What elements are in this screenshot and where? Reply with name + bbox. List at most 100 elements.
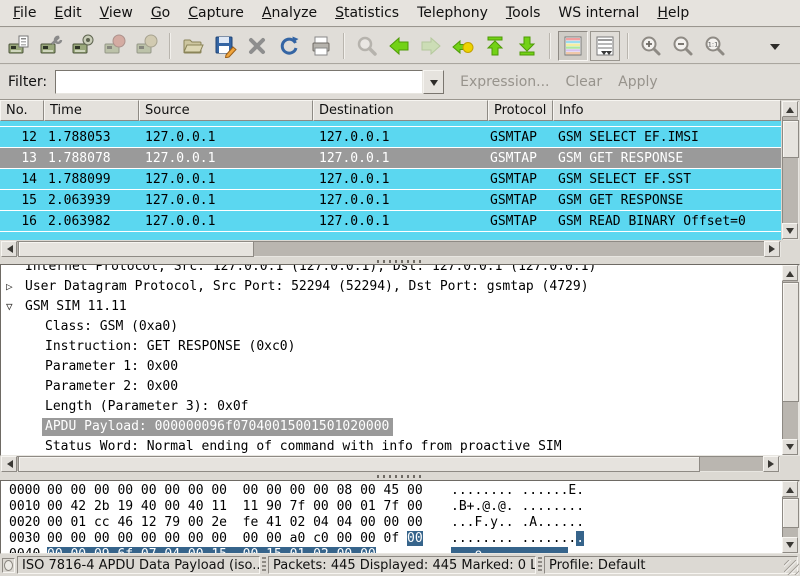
expander-expanded-icon[interactable]: ▽: [6, 297, 22, 317]
capture-stop-button[interactable]: [100, 31, 130, 61]
go-back-button[interactable]: [384, 31, 414, 61]
save-file-button[interactable]: [210, 31, 240, 61]
hex-row-clipped[interactable]: 004000 00 09 6f 07 04 00 15 00 15 01 02 …: [1, 547, 799, 554]
packet-row[interactable]: 162.063982127.0.0.1127.0.0.1GSMTAPGSM RE…: [0, 211, 781, 232]
detail-line[interactable]: Instruction: GET RESPONSE (0xc0): [1, 337, 782, 357]
window-resize-grip[interactable]: [784, 560, 799, 575]
hex-vscroll-thumb[interactable]: [782, 498, 799, 528]
details-hscroll-thumb[interactable]: [18, 456, 700, 472]
down-arrow-icon: [786, 228, 794, 238]
column-header-no[interactable]: No.: [0, 100, 44, 121]
reload-button[interactable]: [274, 31, 304, 61]
detail-line[interactable]: ▷User Datagram Protocol, Src Port: 52294…: [1, 277, 782, 297]
expert-info-button[interactable]: [2, 558, 15, 573]
apply-button[interactable]: Apply: [618, 74, 658, 90]
go-to-top-button[interactable]: [480, 31, 510, 61]
find-packet-button[interactable]: [352, 31, 382, 61]
scroll-up-button[interactable]: [782, 101, 798, 117]
details-hscrollbar[interactable]: [0, 456, 800, 472]
svg-text:1:1: 1:1: [708, 40, 718, 48]
scroll-right-button[interactable]: [764, 241, 780, 257]
toolbar-overflow-button[interactable]: [760, 31, 790, 61]
packet-row[interactable]: 141.788099127.0.0.1127.0.0.1GSMTAPGSM SE…: [0, 169, 781, 190]
expander-collapsed-icon[interactable]: ▷: [6, 277, 22, 297]
scroll-up-button[interactable]: [782, 481, 798, 497]
detail-line[interactable]: Internet Protocol, Src: 127.0.0.1 (127.0…: [1, 265, 782, 277]
statusbar-resize-handle[interactable]: [538, 557, 542, 573]
menu-statistics[interactable]: Statistics: [326, 1, 408, 25]
column-header-protocol[interactable]: Protocol: [488, 100, 553, 121]
save-icon: [213, 34, 237, 58]
hex-row[interactable]: 002000 01 cc 46 12 79 00 2e fe 41 02 04 …: [1, 515, 799, 531]
scroll-down-button[interactable]: [782, 537, 798, 553]
menu-edit[interactable]: Edit: [45, 1, 90, 25]
menu-telephony[interactable]: Telephony: [408, 1, 497, 25]
open-file-button[interactable]: [178, 31, 208, 61]
scroll-left-button[interactable]: [1, 241, 17, 257]
detail-line[interactable]: Length (Parameter 3): 0x0f: [1, 397, 782, 417]
column-header-info[interactable]: Info: [553, 100, 781, 121]
scroll-up-button[interactable]: [782, 265, 798, 281]
zoom-out-icon: [671, 34, 695, 58]
column-header-source[interactable]: Source: [139, 100, 313, 121]
expression-button[interactable]: Expression...: [460, 74, 549, 90]
scroll-left-button[interactable]: [1, 456, 17, 472]
column-header-time[interactable]: Time: [44, 100, 139, 121]
toolbar-separator: [343, 33, 345, 59]
print-button[interactable]: [306, 31, 336, 61]
packet-list-hscroll-thumb[interactable]: [18, 241, 254, 257]
go-top-icon: [483, 34, 507, 58]
detail-line[interactable]: ▽GSM SIM 11.11: [1, 297, 782, 317]
hex-row[interactable]: 003000 00 00 00 00 00 00 00 00 00 a0 c0 …: [1, 531, 799, 547]
filter-input[interactable]: [55, 70, 423, 94]
go-to-bottom-button[interactable]: [512, 31, 542, 61]
close-file-button[interactable]: [242, 31, 272, 61]
detail-line[interactable]: Parameter 1: 0x00: [1, 357, 782, 377]
menu-help[interactable]: Help: [648, 1, 698, 25]
scroll-right-button[interactable]: [763, 456, 779, 472]
profile-status-box[interactable]: Profile: Default: [544, 556, 798, 574]
auto-scroll-button[interactable]: [590, 31, 620, 61]
scroll-down-button[interactable]: [782, 439, 798, 455]
scroll-down-button[interactable]: [782, 223, 798, 239]
hex-row[interactable]: 001000 42 2b 19 40 00 40 11 11 90 7f 00 …: [1, 499, 799, 515]
filter-dropdown-button[interactable]: [423, 70, 444, 94]
capture-options-button[interactable]: [36, 31, 66, 61]
zoom-normal-button[interactable]: 1:1: [700, 31, 730, 61]
go-to-packet-button[interactable]: [448, 31, 478, 61]
menu-file[interactable]: File: [4, 1, 45, 25]
zoom-in-button[interactable]: [636, 31, 666, 61]
menu-view[interactable]: View: [91, 1, 142, 25]
zoom-out-button[interactable]: [668, 31, 698, 61]
capture-start-button[interactable]: [68, 31, 98, 61]
capture-restart-button[interactable]: [132, 31, 162, 61]
statusbar-resize-handle[interactable]: [262, 557, 266, 573]
packet-list-body: 111.787851127.0.0.1127.0.0.1GSMTAPGSM GE…: [0, 121, 781, 240]
hex-dump-pane: 000000 00 00 00 00 00 00 00 00 00 00 00 …: [0, 480, 800, 554]
packet-row[interactable]: 152.063939127.0.0.1127.0.0.1GSMTAPGSM GE…: [0, 190, 781, 211]
packet-row-selected[interactable]: 131.788078127.0.0.1127.0.0.1GSMTAPGSM GE…: [0, 148, 781, 169]
right-arrow-icon: [769, 245, 779, 253]
menu-analyze[interactable]: Analyze: [253, 1, 326, 25]
menu-tools[interactable]: Tools: [497, 1, 550, 25]
menu-ws-internal[interactable]: WS internal: [549, 1, 648, 25]
capture-options-icon: [39, 34, 63, 58]
detail-line-selected[interactable]: APDU Payload: 000000096f0704001500150102…: [1, 417, 782, 437]
go-forward-button[interactable]: [416, 31, 446, 61]
detail-line[interactable]: Class: GSM (0xa0): [1, 317, 782, 337]
pane-splitter[interactable]: [0, 472, 800, 480]
packet-row[interactable]: 121.788053127.0.0.1127.0.0.1GSMTAPGSM SE…: [0, 127, 781, 148]
hex-row[interactable]: 000000 00 00 00 00 00 00 00 00 00 00 00 …: [1, 483, 799, 499]
clear-button[interactable]: Clear: [566, 74, 603, 90]
column-header-destination[interactable]: Destination: [313, 100, 488, 121]
list-interfaces-button[interactable]: [4, 31, 34, 61]
colorize-button[interactable]: [558, 31, 588, 61]
menu-capture[interactable]: Capture: [179, 1, 253, 25]
right-arrow-icon: [768, 460, 778, 468]
detail-line[interactable]: Status Word: Normal ending of command wi…: [1, 437, 782, 455]
menu-go[interactable]: Go: [142, 1, 179, 25]
status-bar: ISO 7816-4 APDU Data Payload (iso... Pac…: [0, 554, 800, 576]
packet-list-vscroll-thumb[interactable]: [782, 120, 799, 158]
details-vscroll-thumb[interactable]: [782, 282, 799, 402]
detail-line[interactable]: Parameter 2: 0x00: [1, 377, 782, 397]
